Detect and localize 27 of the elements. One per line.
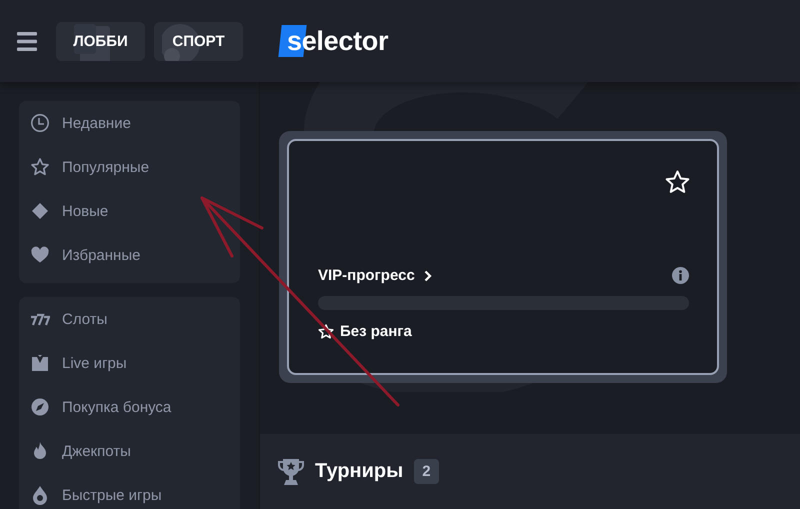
section-title: Турниры <box>315 460 404 483</box>
sidebar-item[interactable]: Покупка бонуса <box>62 398 172 416</box>
sidebar-item[interactable]: Джекпоты <box>62 442 131 460</box>
clock-icon <box>30 113 50 133</box>
star-icon <box>30 157 50 177</box>
nav-button[interactable]: ЛОББИ <box>56 22 145 60</box>
menu-icon[interactable] <box>17 32 37 50</box>
star-icon <box>318 324 334 339</box>
tuxedo-icon <box>30 353 50 373</box>
rank-label: Без ранга <box>340 323 412 340</box>
sidebar-item[interactable]: Недавние <box>62 114 131 132</box>
star-icon[interactable] <box>665 170 690 194</box>
sidebar-item[interactable]: Избранные <box>62 246 140 264</box>
diamond-icon <box>30 201 50 221</box>
sidebar-item[interactable]: Live игры <box>62 354 127 372</box>
sidebar-item[interactable]: Новые <box>62 202 108 220</box>
info-icon[interactable] <box>672 267 689 284</box>
trophy-icon <box>278 458 304 486</box>
sidebar-item[interactable]: Быстрые игры <box>62 486 162 504</box>
drop-icon <box>30 485 50 505</box>
vip-progress-link[interactable]: VIP-прогресс <box>318 267 415 284</box>
count-badge: 2 <box>414 459 439 484</box>
chevron-icon <box>424 270 432 282</box>
heart-icon <box>30 245 50 265</box>
sidebar-item[interactable]: Популярные <box>62 158 150 176</box>
sidebar-item[interactable]: Слоты <box>62 310 108 328</box>
nav-button[interactable]: СПОРТ <box>154 22 243 60</box>
